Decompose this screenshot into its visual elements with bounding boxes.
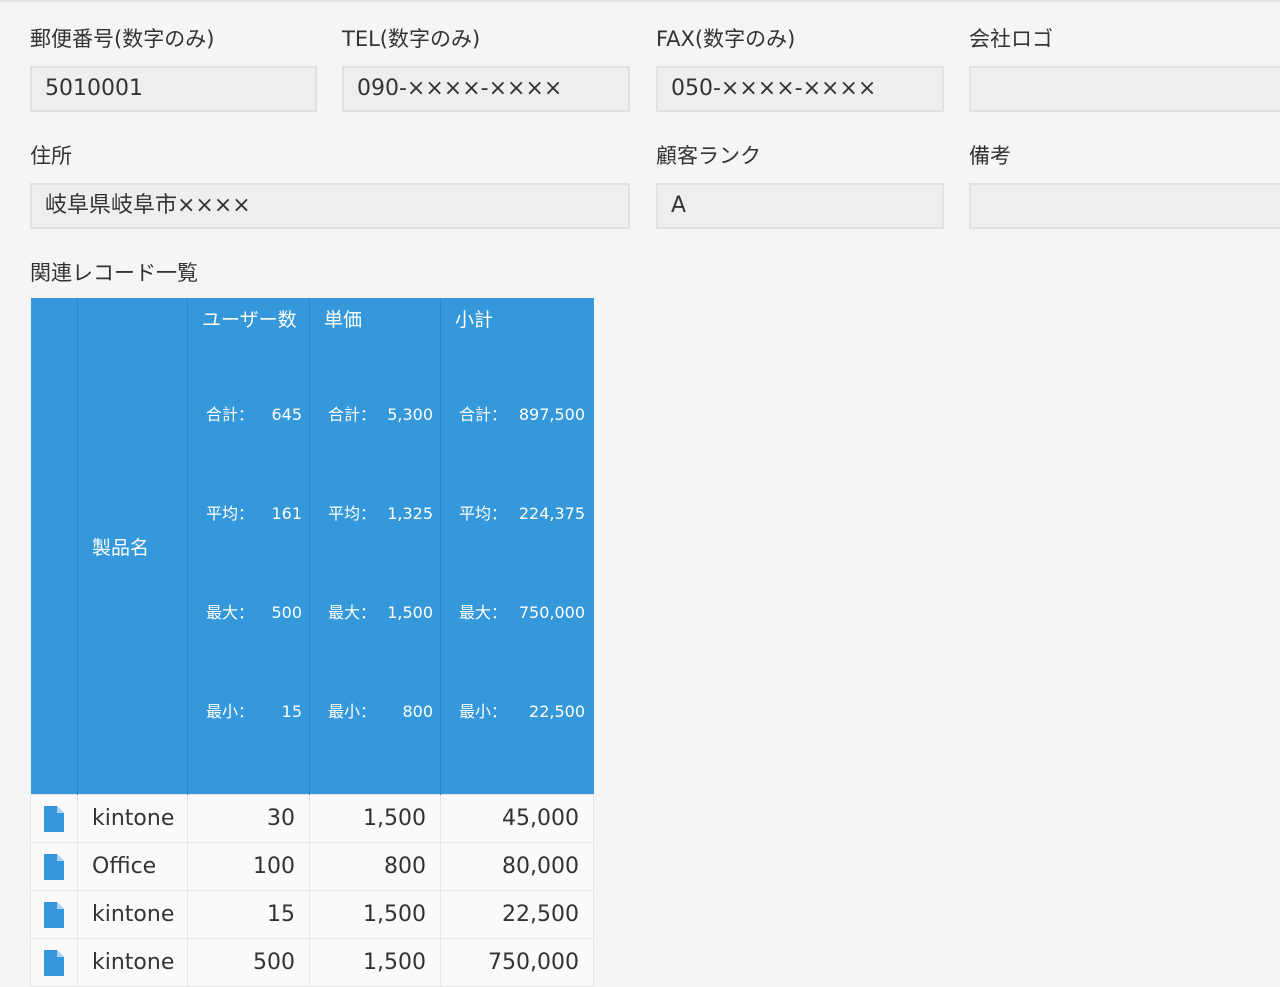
subtotal-cell: 750,000	[440, 938, 594, 987]
zip-field: 郵便番号(数字のみ) 5010001	[30, 24, 317, 112]
header-subtotal-label: 小計	[455, 309, 494, 331]
document-icon[interactable]	[44, 805, 64, 832]
document-icon[interactable]	[44, 853, 64, 880]
product-cell: kintone	[77, 938, 188, 987]
users-sum: 645	[271, 405, 302, 424]
subtotal-aggregates: 合計： 897,500 平均： 224,375 最大： 750,000 最小： 22,5…	[441, 332, 594, 794]
price-sum: 5,300	[387, 405, 433, 424]
zip-label: 郵便番号(数字のみ)	[30, 27, 215, 51]
logo-value	[969, 66, 1280, 112]
open-record-link[interactable]	[30, 842, 78, 891]
open-record-link[interactable]	[30, 794, 78, 843]
logo-field: 会社ロゴ	[969, 24, 1280, 112]
open-record-link[interactable]	[30, 938, 78, 987]
address-value: 岐阜県岐阜市××××	[30, 183, 630, 229]
subtotal-cell: 45,000	[440, 794, 594, 843]
subtotal-min: 22,500	[529, 702, 585, 721]
fax-value: 050-××××-××××	[656, 66, 944, 112]
users-avg: 161	[271, 504, 302, 523]
tel-value: 090-××××-××××	[342, 66, 630, 112]
related-records-title: 関連レコード一覧	[30, 261, 198, 285]
rank-label: 顧客ランク	[656, 144, 761, 168]
address-field: 住所 岐阜県岐阜市××××	[30, 141, 630, 229]
price-cell: 1,500	[309, 890, 441, 939]
users-aggregates: 合計： 645 平均： 161 最大： 500 最小： 15	[188, 332, 309, 794]
tel-label: TEL(数字のみ)	[342, 27, 481, 51]
fax-field: FAX(数字のみ) 050-××××-××××	[656, 24, 944, 112]
price-cell: 1,500	[309, 794, 441, 843]
subtotal-cell: 80,000	[440, 842, 594, 891]
header-price: 単価 合計： 5,300 平均： 1,325 最大： 1,500 最小： 800	[309, 298, 441, 795]
rank-value: A	[656, 183, 944, 229]
document-icon[interactable]	[44, 901, 64, 928]
document-icon[interactable]	[44, 949, 64, 976]
users-min: 15	[281, 702, 302, 721]
table-row: kintone 30 1,500 45,000	[30, 794, 594, 843]
fax-label: FAX(数字のみ)	[656, 27, 796, 51]
note-field: 備考	[969, 141, 1280, 229]
header-users-label: ユーザー数	[202, 309, 297, 331]
table-row: kintone 15 1,500 22,500	[30, 890, 594, 939]
users-cell: 100	[187, 842, 310, 891]
header-icon-column	[30, 298, 78, 795]
price-min: 800	[402, 702, 433, 721]
users-max: 500	[271, 603, 302, 622]
product-cell: kintone	[77, 890, 188, 939]
address-label: 住所	[30, 144, 72, 168]
subtotal-avg: 224,375	[518, 504, 585, 523]
price-aggregates: 合計： 5,300 平均： 1,325 最大： 1,500 最小： 800	[310, 332, 440, 794]
header-product: 製品名	[77, 298, 188, 795]
note-label: 備考	[969, 144, 1011, 168]
price-cell: 1,500	[309, 938, 441, 987]
users-cell: 500	[187, 938, 310, 987]
price-max: 1,500	[387, 603, 433, 622]
table-row: kintone 500 1,500 750,000	[30, 938, 594, 987]
note-value	[969, 183, 1280, 229]
subtotal-sum: 897,500	[518, 405, 585, 424]
top-divider	[0, 0, 1280, 2]
table-row: Office 100 800 80,000	[30, 842, 594, 891]
header-price-label: 単価	[324, 309, 363, 331]
header-users: ユーザー数 合計： 645 平均： 161 最大： 500 最小： 15	[187, 298, 310, 795]
price-cell: 800	[309, 842, 441, 891]
price-avg: 1,325	[387, 504, 433, 523]
users-cell: 30	[187, 794, 310, 843]
tel-field: TEL(数字のみ) 090-××××-××××	[342, 24, 630, 112]
rank-field: 顧客ランク A	[656, 141, 944, 229]
open-record-link[interactable]	[30, 890, 78, 939]
subtotal-max: 750,000	[518, 603, 585, 622]
logo-label: 会社ロゴ	[969, 27, 1053, 51]
product-cell: kintone	[77, 794, 188, 843]
users-cell: 15	[187, 890, 310, 939]
header-subtotal: 小計 合計： 897,500 平均： 224,375 最大： 750,000 最小： 2…	[440, 298, 594, 795]
product-cell: Office	[77, 842, 188, 891]
related-records-table: 製品名 ユーザー数 合計： 645 平均： 161 最大： 500 最小： 15 単価 …	[30, 298, 594, 987]
zip-value: 5010001	[30, 66, 317, 112]
subtotal-cell: 22,500	[440, 890, 594, 939]
